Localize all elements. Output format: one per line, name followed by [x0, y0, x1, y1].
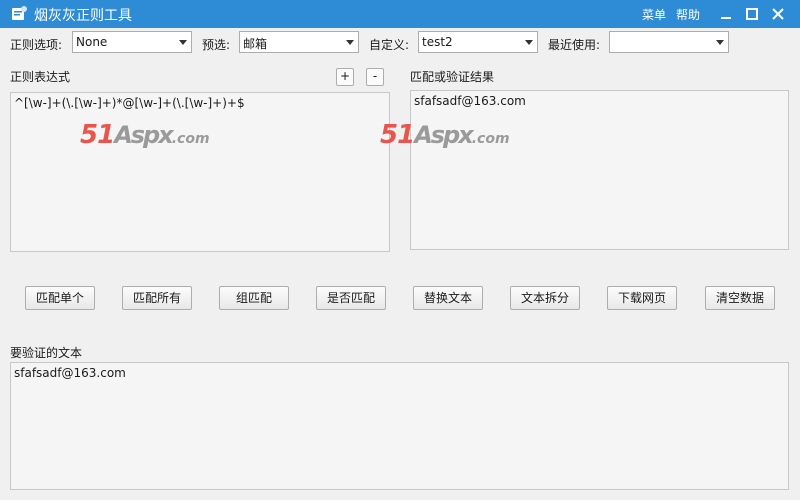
- minimize-icon[interactable]: [716, 4, 736, 24]
- preset-label: 预选:: [202, 38, 231, 52]
- regex-option-value: None: [76, 35, 108, 49]
- group-match-button[interactable]: 组匹配: [219, 286, 289, 310]
- chevron-down-icon: [346, 40, 354, 45]
- regex-option-select[interactable]: None: [72, 31, 192, 53]
- recent-select[interactable]: [609, 31, 729, 53]
- menu-link[interactable]: 菜单: [642, 6, 666, 23]
- maximize-icon[interactable]: [742, 4, 762, 24]
- result-label: 匹配或验证结果: [410, 70, 495, 84]
- title-bar: 烟灰灰正则工具 菜单 帮助: [0, 0, 800, 28]
- app-icon: [10, 5, 28, 23]
- preset-value: 邮箱: [243, 37, 268, 51]
- regex-option-label: 正则选项:: [10, 38, 63, 52]
- preset-select[interactable]: 邮箱: [239, 31, 359, 53]
- split-text-button[interactable]: 文本拆分: [510, 286, 580, 310]
- clear-data-button[interactable]: 清空数据: [705, 286, 775, 310]
- custom-select[interactable]: test2: [418, 31, 538, 53]
- replace-text-button[interactable]: 替换文本: [413, 286, 483, 310]
- window-title: 烟灰灰正则工具: [34, 8, 132, 24]
- chevron-down-icon: [179, 40, 187, 45]
- custom-label: 自定义:: [369, 38, 410, 52]
- chevron-down-icon: [525, 40, 533, 45]
- close-icon[interactable]: [768, 4, 788, 24]
- custom-value: test2: [422, 35, 453, 49]
- input-text[interactable]: sfafsadf@163.com: [10, 362, 789, 490]
- regex-label: 正则表达式: [10, 70, 71, 84]
- chevron-down-icon: [716, 40, 724, 45]
- input-label: 要验证的文本: [10, 346, 83, 360]
- add-regex-button[interactable]: +: [336, 68, 354, 86]
- download-page-button[interactable]: 下载网页: [607, 286, 677, 310]
- recent-label: 最近使用:: [548, 38, 601, 52]
- regex-input[interactable]: ^[\w-]+(\.[\w-]+)*@[\w-]+(\.[\w-]+)+$: [10, 92, 390, 252]
- help-link[interactable]: 帮助: [676, 6, 700, 23]
- match-single-button[interactable]: 匹配单个: [25, 286, 95, 310]
- result-output[interactable]: sfafsadf@163.com: [410, 90, 789, 250]
- remove-regex-button[interactable]: -: [366, 68, 384, 86]
- is-match-button[interactable]: 是否匹配: [316, 286, 386, 310]
- match-all-button[interactable]: 匹配所有: [122, 286, 192, 310]
